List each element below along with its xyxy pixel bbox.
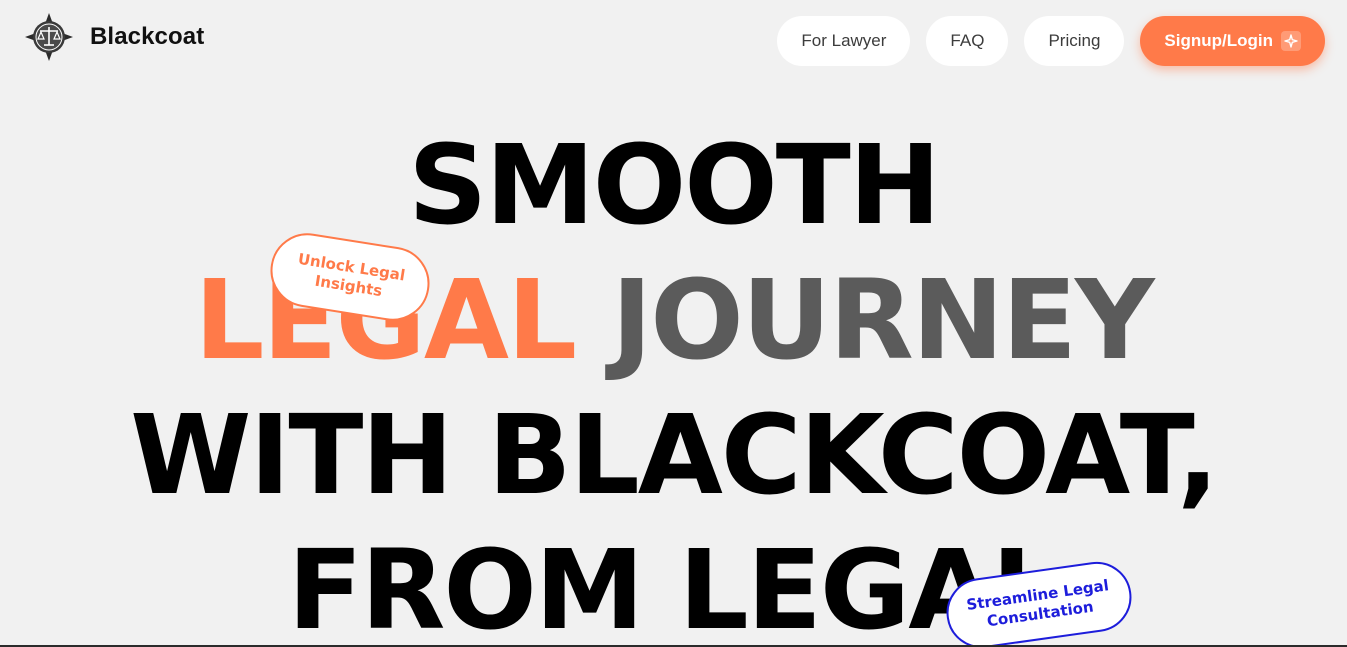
top-nav: For Lawyer FAQ Pricing Signup/Login	[777, 16, 1325, 66]
hero-line-2: LEGAL JOURNEY	[0, 253, 1347, 388]
hero-line-4: FROM LEGAL	[287, 526, 1062, 647]
hero-heading: SMOOTH LEGAL JOURNEY WITH BLACKCOAT, FRO…	[0, 118, 1347, 647]
signup-login-label: Signup/Login	[1164, 31, 1273, 50]
hero-line-1: SMOOTH	[408, 121, 941, 249]
hero-line-3: WITH BLACKCOAT,	[130, 391, 1219, 519]
brand-name: Blackcoat	[90, 23, 205, 50]
nav-pricing-button[interactable]: Pricing	[1024, 16, 1125, 66]
brand-logo[interactable]: Blackcoat	[24, 12, 204, 62]
sparkle-icon	[1281, 31, 1301, 51]
signup-login-button[interactable]: Signup/Login	[1140, 16, 1325, 66]
scales-compass-icon	[25, 13, 73, 61]
hero-gray-word: JOURNEY	[611, 256, 1154, 384]
nav-faq-button[interactable]: FAQ	[926, 16, 1009, 66]
nav-for-lawyer-button[interactable]: For Lawyer	[777, 16, 911, 66]
landing-page: Blackcoat For Lawyer FAQ Pricing Signup/…	[0, 0, 1347, 647]
